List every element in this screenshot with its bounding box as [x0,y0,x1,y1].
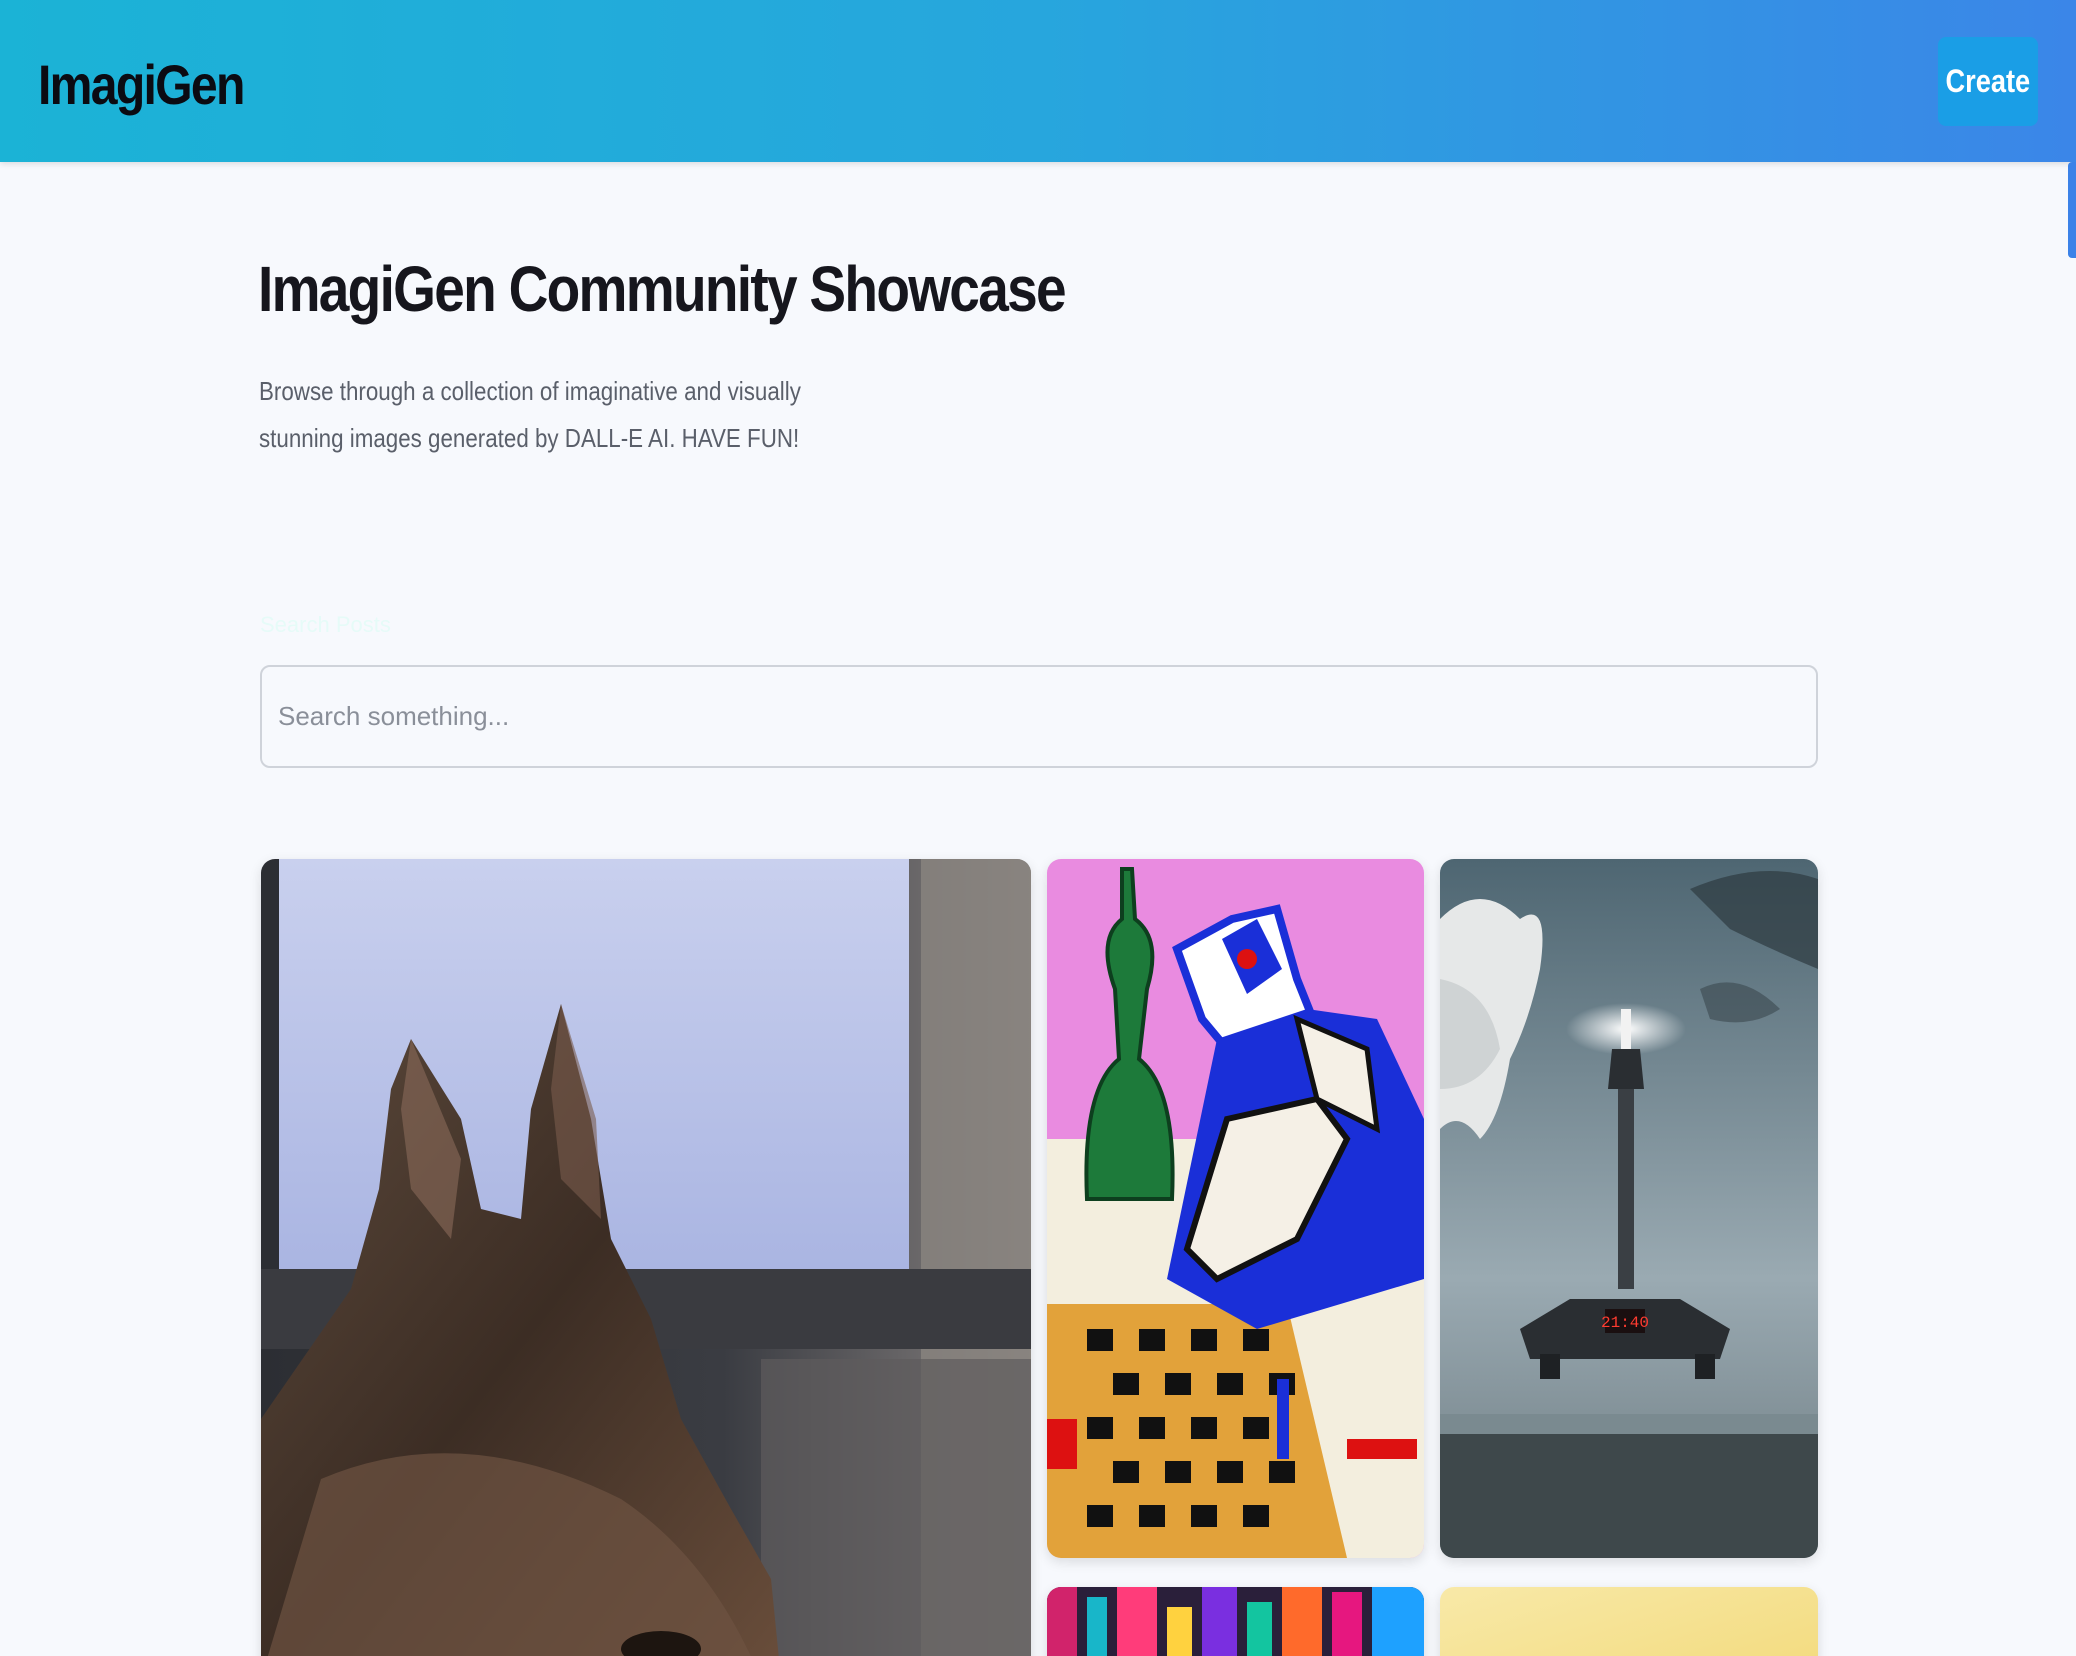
page-title: ImagiGen Community Showcase [258,253,1067,325]
gallery-card-yellow[interactable] [1440,1587,1818,1656]
gallery-card-chess[interactable] [1047,859,1424,1558]
gallery-card-city[interactable] [1047,1587,1424,1656]
scrollbar-thumb[interactable] [2068,162,2076,258]
gallery-card-dog[interactable] [261,859,1031,1656]
svg-text:21:40: 21:40 [1601,1314,1649,1332]
chess-image [1047,859,1424,1558]
search-label: Search Posts [260,612,391,637]
create-button-label: Create [1945,63,2031,99]
page-description: Browse through a collection of imaginati… [259,376,801,453]
create-button[interactable]: Create [1938,37,2038,126]
search-input[interactable] [260,665,1818,768]
tower-image: 21:40 [1440,859,1818,1558]
city-image [1047,1587,1424,1656]
top-nav: ImagiGen Create [0,0,2076,162]
gallery-card-tower[interactable]: 21:40 [1440,859,1818,1558]
yellow-image [1440,1587,1818,1656]
dog-image [261,859,1031,1656]
logo[interactable]: ImagiGen [38,52,245,117]
